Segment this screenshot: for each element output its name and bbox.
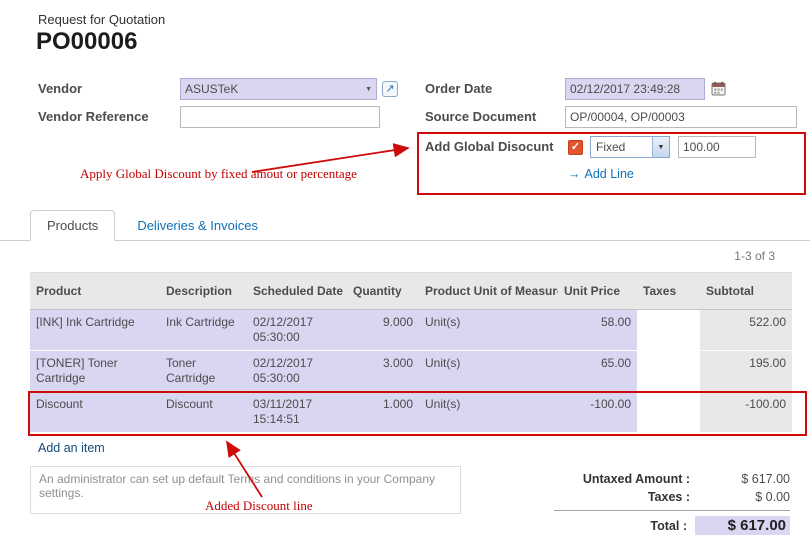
- col-header-quantity[interactable]: Quantity: [347, 273, 419, 310]
- add-line-link[interactable]: → Add Line: [568, 167, 634, 181]
- checkmark-icon: ✓: [571, 141, 580, 153]
- rfq-form-page: Request for Quotation PO00006 Vendor ASU…: [0, 0, 810, 546]
- cell-taxes[interactable]: [637, 310, 700, 351]
- col-header-uom[interactable]: Product Unit of Measure: [419, 273, 558, 310]
- source-document-label: Source Document: [425, 106, 536, 128]
- cell-subtotal: 195.00: [700, 351, 792, 392]
- cell-quantity[interactable]: 3.000: [347, 351, 419, 392]
- cell-scheduled-date[interactable]: 02/12/2017 05:30:00: [247, 310, 347, 351]
- order-date-label: Order Date: [425, 78, 492, 100]
- col-header-scheduled-date[interactable]: Scheduled Date: [247, 273, 347, 310]
- total-value: $ 617.00: [695, 516, 790, 535]
- cell-unit-price[interactable]: 65.00: [558, 351, 637, 392]
- taxes-label: Taxes :: [648, 490, 690, 504]
- col-header-taxes[interactable]: Taxes: [637, 273, 700, 310]
- cell-description[interactable]: Discount: [160, 392, 247, 433]
- taxes-row: Taxes : $ 0.00: [554, 488, 790, 506]
- cell-uom[interactable]: Unit(s): [419, 310, 558, 351]
- global-discount-label: Add Global Disocunt: [425, 136, 554, 158]
- totals-block: Untaxed Amount : $ 617.00 Taxes : $ 0.00…: [554, 470, 790, 537]
- tab-products[interactable]: Products: [30, 210, 115, 241]
- untaxed-amount-row: Untaxed Amount : $ 617.00: [554, 470, 790, 488]
- vendor-select[interactable]: ASUSTeK ▼: [180, 78, 377, 100]
- table-row[interactable]: [TONER] Toner Cartridge Toner Cartridge …: [30, 351, 792, 392]
- cell-uom[interactable]: Unit(s): [419, 351, 558, 392]
- cell-scheduled-date[interactable]: 03/11/2017 15:14:51: [247, 392, 347, 433]
- cell-taxes[interactable]: [637, 392, 700, 433]
- cell-product[interactable]: Discount: [30, 392, 160, 433]
- vendor-reference-label: Vendor Reference: [38, 106, 149, 128]
- order-lines-table: Product Description Scheduled Date Quant…: [30, 272, 792, 433]
- order-date-field[interactable]: 02/12/2017 23:49:28: [565, 78, 705, 100]
- col-header-unit-price[interactable]: Unit Price: [558, 273, 637, 310]
- cell-description[interactable]: Toner Cartridge: [160, 351, 247, 392]
- untaxed-amount-label: Untaxed Amount :: [583, 472, 690, 486]
- cell-scheduled-date[interactable]: 02/12/2017 05:30:00: [247, 351, 347, 392]
- vendor-value: ASUSTeK: [185, 82, 238, 96]
- cell-subtotal: -100.00: [700, 392, 792, 433]
- terms-conditions-area[interactable]: An administrator can set up default Term…: [30, 466, 461, 514]
- cell-taxes[interactable]: [637, 351, 700, 392]
- cell-unit-price[interactable]: 58.00: [558, 310, 637, 351]
- table-header-row: Product Description Scheduled Date Quant…: [30, 273, 792, 310]
- add-an-item-link[interactable]: Add an item: [38, 441, 105, 455]
- vendor-label: Vendor: [38, 78, 82, 100]
- discount-type-select[interactable]: Fixed ▼: [590, 136, 670, 158]
- untaxed-amount-value: $ 617.00: [690, 472, 790, 486]
- annotation-discount-note: Apply Global Discount by fixed amout or …: [80, 166, 357, 182]
- col-header-subtotal[interactable]: Subtotal: [700, 273, 792, 310]
- document-type-label: Request for Quotation: [38, 12, 165, 27]
- discount-type-value: Fixed: [596, 140, 625, 154]
- tab-deliveries-invoices[interactable]: Deliveries & Invoices: [121, 211, 274, 240]
- cell-subtotal: 522.00: [700, 310, 792, 351]
- total-label: Total :: [650, 519, 687, 533]
- source-document-input[interactable]: [565, 106, 797, 128]
- col-header-product[interactable]: Product: [30, 273, 160, 310]
- chevron-down-icon[interactable]: ▼: [365, 86, 372, 93]
- external-link-icon[interactable]: ↗: [382, 81, 398, 97]
- calendar-icon[interactable]: [711, 81, 726, 96]
- add-line-label: Add Line: [585, 167, 634, 181]
- col-header-description[interactable]: Description: [160, 273, 247, 310]
- cell-uom[interactable]: Unit(s): [419, 392, 558, 433]
- table-row-discount[interactable]: Discount Discount 03/11/2017 15:14:51 1.…: [30, 392, 792, 433]
- global-discount-checkbox[interactable]: ✓: [568, 140, 583, 155]
- cell-description[interactable]: Ink Cartridge: [160, 310, 247, 351]
- arrow-right-icon: →: [568, 167, 581, 181]
- total-row: Total : $ 617.00: [554, 510, 790, 537]
- cell-quantity[interactable]: 1.000: [347, 392, 419, 433]
- list-pager[interactable]: 1-3 of 3: [734, 249, 775, 263]
- cell-product[interactable]: [INK] Ink Cartridge: [30, 310, 160, 351]
- taxes-value: $ 0.00: [690, 490, 790, 504]
- order-date-value: 02/12/2017 23:49:28: [570, 82, 680, 96]
- page-title: PO00006: [36, 28, 137, 56]
- notebook-tabs: Products Deliveries & Invoices: [0, 210, 810, 241]
- table-row[interactable]: [INK] Ink Cartridge Ink Cartridge 02/12/…: [30, 310, 792, 351]
- cell-unit-price[interactable]: -100.00: [558, 392, 637, 433]
- chevron-down-icon[interactable]: ▼: [652, 137, 669, 157]
- cell-quantity[interactable]: 9.000: [347, 310, 419, 351]
- vendor-reference-input[interactable]: [180, 106, 380, 128]
- discount-amount-input[interactable]: [678, 136, 756, 158]
- cell-product[interactable]: [TONER] Toner Cartridge: [30, 351, 160, 392]
